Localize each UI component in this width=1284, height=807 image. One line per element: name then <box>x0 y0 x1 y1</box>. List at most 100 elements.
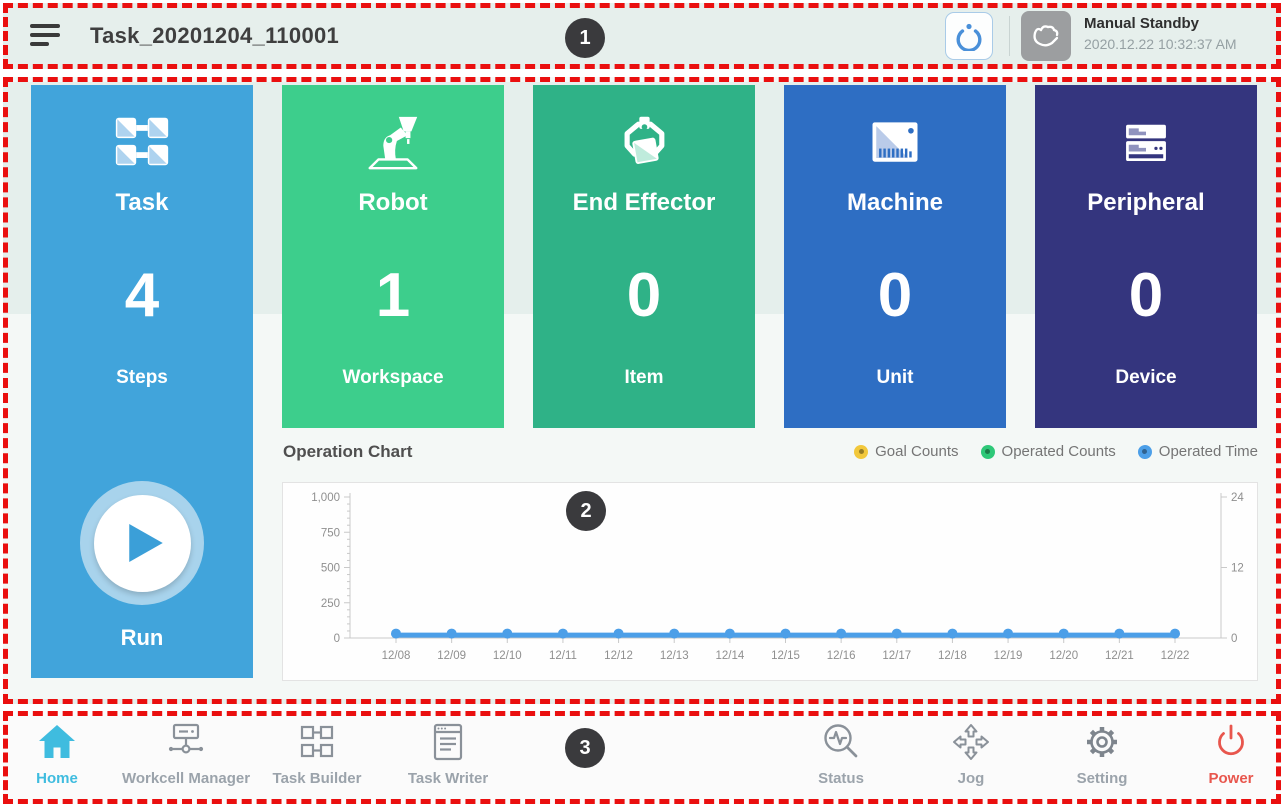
task-card[interactable]: Task 4 Steps Run <box>31 85 253 678</box>
robot-status: Manual Standby 2020.12.22 10:32:37 AM <box>1084 15 1237 52</box>
svg-text:12/15: 12/15 <box>771 650 800 662</box>
card-count: 0 <box>1035 260 1257 331</box>
robot-icon <box>362 111 424 173</box>
svg-text:250: 250 <box>321 598 340 610</box>
svg-text:12/13: 12/13 <box>660 650 689 662</box>
operation-chart-title: Operation Chart <box>283 442 412 462</box>
gripper-tool-button[interactable] <box>945 12 993 60</box>
svg-text:12/22: 12/22 <box>1161 650 1190 662</box>
status-mode-text: Manual Standby <box>1084 15 1237 32</box>
status-datetime: 2020.12.22 10:32:37 AM <box>1084 36 1237 52</box>
machine-icon <box>865 112 925 172</box>
card-count: 1 <box>282 260 504 331</box>
legend-label: Operated Counts <box>1002 443 1116 460</box>
workcell-manager-icon <box>164 720 208 764</box>
svg-text:1,000: 1,000 <box>311 492 340 504</box>
header-bar: Task_20201204_110001 Manual Standby 2020… <box>3 3 1281 69</box>
nav-label: Task Builder <box>242 770 392 787</box>
svg-text:12/19: 12/19 <box>994 650 1023 662</box>
card-count: 0 <box>784 260 1006 331</box>
end-effector-card[interactable]: End Effector 0 Item <box>533 85 755 428</box>
setting-icon <box>1080 720 1124 764</box>
run-label: Run <box>31 625 253 651</box>
annotation-badge-3: 3 <box>565 728 605 768</box>
nav-item-power[interactable]: Power <box>1156 720 1284 787</box>
card-unit: Steps <box>31 367 253 389</box>
nav-label: Power <box>1156 770 1284 787</box>
home-icon <box>35 720 79 764</box>
run-button[interactable] <box>80 481 204 605</box>
annotation-badge-1: 1 <box>565 18 605 58</box>
nav-item-workcell-manager[interactable]: Workcell Manager <box>111 720 261 787</box>
svg-text:12/12: 12/12 <box>604 650 633 662</box>
nav-item-setting[interactable]: Setting <box>1027 720 1177 787</box>
manual-hand-icon <box>1028 18 1064 54</box>
svg-text:24: 24 <box>1231 492 1244 504</box>
card-count: 4 <box>31 260 253 331</box>
jog-icon <box>949 720 993 764</box>
card-title: End Effector <box>533 189 755 217</box>
end-effector-icon <box>614 112 674 172</box>
run-play-icon <box>129 524 163 562</box>
power-icon <box>1209 720 1253 764</box>
svg-text:12/20: 12/20 <box>1049 650 1078 662</box>
legend-dot-icon <box>1138 445 1152 459</box>
card-unit: Unit <box>784 367 1006 389</box>
svg-text:12/17: 12/17 <box>882 650 911 662</box>
header-divider <box>1009 16 1010 56</box>
card-unit: Device <box>1035 367 1257 389</box>
peripheral-card[interactable]: Peripheral 0 Device <box>1035 85 1257 428</box>
svg-text:12/10: 12/10 <box>493 650 522 662</box>
card-title: Robot <box>282 189 504 217</box>
peripheral-icon <box>1117 113 1175 171</box>
legend-item: Operated Time <box>1138 443 1258 460</box>
operation-chart-plot: 0 250 500 750 1,000 0 12 24 12/08 12/09 12/10 12/11… <box>283 483 1257 680</box>
nav-label: Task Writer <box>373 770 523 787</box>
machine-card[interactable]: Machine 0 Unit <box>784 85 1006 428</box>
svg-text:12/09: 12/09 <box>437 650 466 662</box>
operation-chart: 0 250 500 750 1,000 0 12 24 12/08 12/09 12/10 12/11… <box>282 482 1258 681</box>
nav-item-status[interactable]: Status <box>766 720 916 787</box>
bottom-nav: Home Workcell Manager Task Builder <box>3 711 1281 804</box>
nav-label: Jog <box>896 770 1046 787</box>
robot-card[interactable]: Robot 1 Workspace <box>282 85 504 428</box>
manual-mode-button[interactable] <box>1021 11 1071 61</box>
status-icon <box>819 720 863 764</box>
svg-text:0: 0 <box>334 633 340 645</box>
menu-icon[interactable] <box>30 24 60 48</box>
nav-label: Status <box>766 770 916 787</box>
legend-item: Operated Counts <box>981 443 1116 460</box>
card-title: Task <box>31 189 253 217</box>
legend-dot-icon <box>981 445 995 459</box>
nav-label: Workcell Manager <box>111 770 261 787</box>
svg-text:12/11: 12/11 <box>549 650 577 662</box>
legend-item: Goal Counts <box>854 443 958 460</box>
svg-text:12/18: 12/18 <box>938 650 967 662</box>
svg-text:12/08: 12/08 <box>382 650 411 662</box>
svg-text:750: 750 <box>321 527 340 539</box>
svg-text:0: 0 <box>1231 633 1237 645</box>
chart-legend: Goal Counts Operated Counts Operated Time <box>854 443 1258 460</box>
nav-label: Setting <box>1027 770 1177 787</box>
card-count: 0 <box>533 260 755 331</box>
svg-text:12: 12 <box>1231 563 1244 575</box>
legend-dot-icon <box>854 445 868 459</box>
page-title: Task_20201204_110001 <box>90 8 339 64</box>
card-unit: Item <box>533 367 755 389</box>
svg-text:12/14: 12/14 <box>715 650 744 662</box>
nav-item-task-builder[interactable]: Task Builder <box>242 720 392 787</box>
card-unit: Workspace <box>282 367 504 389</box>
legend-label: Goal Counts <box>875 443 958 460</box>
task-writer-icon <box>426 720 470 764</box>
task-steps-icon <box>111 114 173 170</box>
task-builder-icon <box>295 720 339 764</box>
nav-item-jog[interactable]: Jog <box>896 720 1046 787</box>
card-title: Peripheral <box>1035 189 1257 217</box>
gripper-icon <box>953 21 985 51</box>
legend-label: Operated Time <box>1159 443 1258 460</box>
card-title: Machine <box>784 189 1006 217</box>
svg-text:12/21: 12/21 <box>1105 650 1134 662</box>
nav-item-task-writer[interactable]: Task Writer <box>373 720 523 787</box>
svg-text:500: 500 <box>321 563 340 575</box>
annotation-badge-2: 2 <box>566 491 606 531</box>
